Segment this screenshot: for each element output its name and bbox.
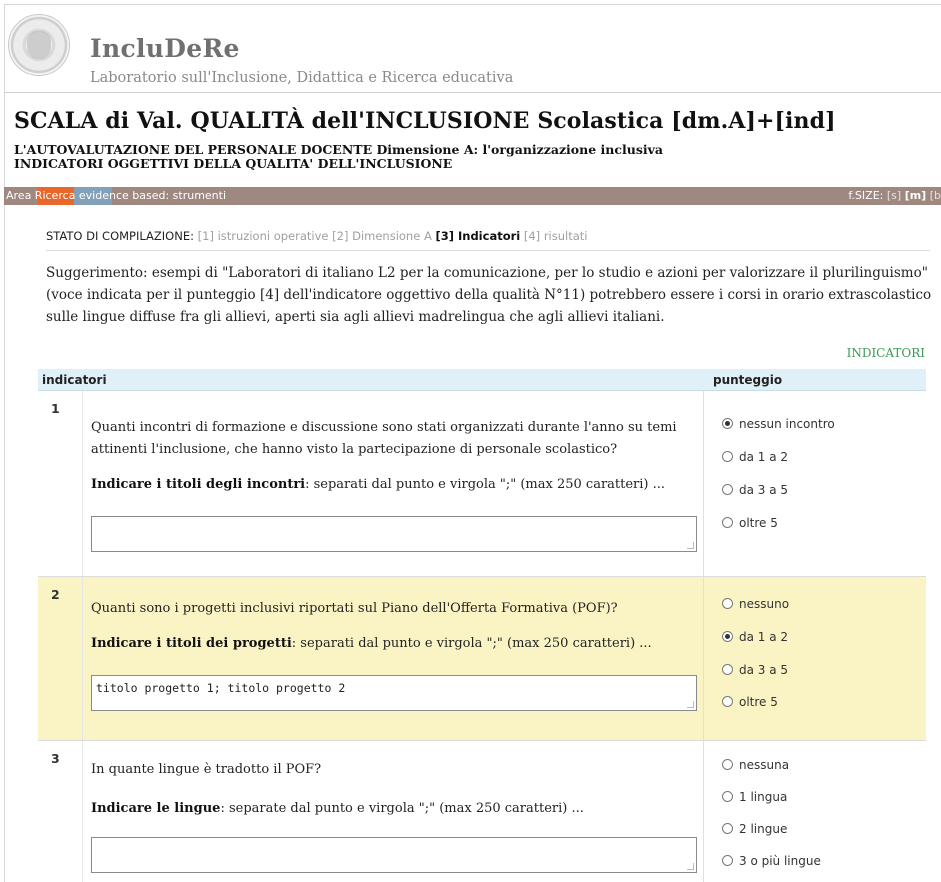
radio-label: nessuno [739, 597, 790, 611]
languages-textarea-3[interactable] [91, 837, 697, 873]
radio-option-3-1[interactable]: 1 lingua [722, 790, 787, 804]
step-indicatori-current: [3] Indicatori [435, 229, 521, 243]
university-seal-logo[interactable] [8, 14, 70, 76]
radio-option-3-0[interactable]: nessuna [722, 758, 789, 772]
radio-icon[interactable] [722, 517, 733, 528]
site-header: IncluDeRe Laboratorio sull'Inclusione, D… [4, 4, 941, 88]
radio-label: 2 lingue [739, 822, 788, 836]
area-breadcrumb[interactable]: Area Ricerca evidence based: strumenti [6, 187, 226, 205]
radio-option-2-2[interactable]: da 3 a 5 [722, 663, 788, 677]
radio-label: 1 lingua [739, 790, 788, 804]
radio-icon[interactable] [722, 598, 733, 609]
table-row-1: 1 Quanti incontri di formazione e discus… [38, 391, 926, 577]
instruction-bold: Indicare i titoli degli incontri [91, 477, 306, 492]
radio-option-1-3[interactable]: oltre 5 [722, 516, 778, 530]
page-subtitle-line1: L'AUTOVALUTAZIONE DEL PERSONALE DOCENTE … [14, 142, 663, 157]
step-risultati[interactable]: [4] risultati [524, 229, 588, 243]
radio-option-2-0[interactable]: nessuno [722, 597, 789, 611]
instruction-rest: : separati dal punto e virgola ";" (max … [291, 636, 652, 651]
radio-label: da 1 a 2 [739, 450, 789, 464]
column-header-punteggio: punteggio [713, 373, 783, 387]
suggestion-text: Suggerimento: esempi di "Laboratori di i… [46, 265, 932, 325]
instruction-rest: : separate dal punto e virgola ";" (max … [220, 801, 584, 816]
resize-grip-icon[interactable] [687, 701, 694, 708]
radio-label: da 3 a 5 [739, 483, 789, 497]
page-subtitle: L'AUTOVALUTAZIONE DEL PERSONALE DOCENTE … [14, 143, 663, 171]
indicator-instruction: Indicare i titoli dei progetti: separati… [91, 636, 652, 651]
radio-option-1-0[interactable]: nessun incontro [722, 417, 835, 431]
instruction-bold: Indicare i titoli dei progetti [91, 636, 292, 651]
indicator-question: Quanti incontri di formazione e discussi… [91, 420, 677, 457]
radio-option-3-2[interactable]: 2 lingue [722, 822, 787, 836]
instruction-bold: Indicare le lingue [91, 801, 221, 816]
column-header-indicatori: indicatori [42, 373, 107, 387]
radio-icon[interactable] [722, 484, 733, 495]
radio-label: nessun incontro [739, 417, 835, 431]
site-brand[interactable]: IncluDeRe [90, 34, 240, 63]
titles-textarea-2[interactable]: titolo progetto 1; titolo progetto 2 [91, 675, 697, 711]
instruction-rest: : separati dal punto e virgola ";" (max … [305, 477, 666, 492]
radio-icon[interactable] [722, 696, 733, 707]
indicator-number: 2 [51, 587, 60, 602]
radio-label: nessuna [739, 758, 790, 772]
radio-label: 3 o più lingue [739, 854, 821, 868]
compilation-status: STATO DI COMPILAZIONE: [1] istruzioni op… [46, 229, 587, 243]
site-subtitle: Laboratorio sull'Inclusione, Didattica e… [90, 70, 514, 86]
radio-option-2-3[interactable]: oltre 5 [722, 695, 778, 709]
step-istruzioni[interactable]: [1] istruzioni operative [198, 229, 329, 243]
font-size-small[interactable]: [s] [887, 189, 901, 202]
titles-textarea-1[interactable] [91, 516, 697, 552]
table-row-3: 3 In quante lingue è tradotto il POF? In… [38, 741, 926, 882]
radio-option-3-3[interactable]: 3 o più lingue [722, 854, 821, 868]
radio-label: da 3 a 5 [739, 663, 789, 677]
header-divider [4, 92, 941, 93]
status-label: STATO DI COMPILAZIONE: [46, 229, 194, 243]
radio-icon[interactable] [722, 759, 733, 770]
indicator-question: Quanti sono i progetti inclusivi riporta… [91, 601, 618, 616]
page-subtitle-line2: INDICATORI OGGETTIVI DELLA QUALITA' DELL… [14, 156, 453, 171]
indicator-number: 3 [51, 751, 60, 766]
radio-label: oltre 5 [739, 516, 778, 530]
radio-option-2-1[interactable]: da 1 a 2 [722, 630, 788, 644]
step-dimensione-a[interactable]: [2] Dimensione A [332, 229, 432, 243]
radio-label: da 1 a 2 [739, 630, 789, 644]
indicator-instruction: Indicare i titoli degli incontri: separa… [91, 477, 665, 492]
font-size-label: f.SIZE: [848, 189, 884, 202]
font-size-switcher: f.SIZE: [s] [m] [b [848, 187, 941, 205]
radio-option-1-2[interactable]: da 3 a 5 [722, 483, 788, 497]
font-size-medium[interactable]: [m] [905, 189, 927, 202]
radio-selected-icon[interactable] [722, 631, 733, 642]
resize-grip-icon[interactable] [687, 863, 694, 870]
resize-grip-icon[interactable] [687, 542, 694, 549]
font-size-big[interactable]: [b [930, 189, 941, 202]
radio-icon[interactable] [722, 823, 733, 834]
radio-icon[interactable] [722, 791, 733, 802]
indicator-question: In quante lingue è tradotto il POF? [91, 762, 322, 777]
radio-icon[interactable] [722, 855, 733, 866]
indicator-instruction: Indicare le lingue: separate dal punto e… [91, 801, 584, 816]
table-header: indicatori punteggio [38, 369, 926, 391]
radio-selected-icon[interactable] [722, 418, 733, 429]
radio-label: oltre 5 [739, 695, 778, 709]
radio-option-1-1[interactable]: da 1 a 2 [722, 450, 788, 464]
radio-icon[interactable] [722, 664, 733, 675]
indicatori-link[interactable]: INDICATORI [847, 346, 925, 360]
table-row-2: 2 Quanti sono i progetti inclusivi ripor… [38, 577, 926, 741]
area-bar: Area Ricerca evidence based: strumenti f… [4, 187, 941, 205]
status-divider [46, 250, 930, 251]
radio-icon[interactable] [722, 451, 733, 462]
page-title: SCALA di Val. QUALITÀ dell'INCLUSIONE Sc… [14, 108, 836, 134]
indicator-number: 1 [51, 401, 60, 416]
